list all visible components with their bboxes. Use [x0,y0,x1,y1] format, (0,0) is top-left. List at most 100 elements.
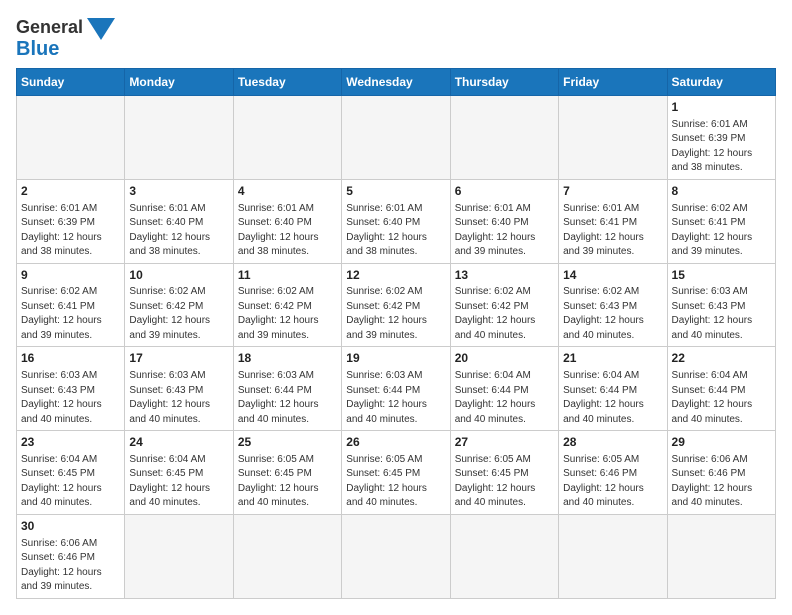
day-info: Sunrise: 6:02 AM Sunset: 6:42 PM Dayligh… [346,285,445,343]
week-row-1: 2 Sunrise: 6:01 AM Sunset: 6:39 PM Daylig… [17,179,776,263]
day-info: Sunrise: 6:04 AM Sunset: 6:44 PM Dayligh… [672,369,771,427]
day-info: Sunrise: 6:04 AM Sunset: 6:45 PM Dayligh… [21,453,120,511]
calendar-cell [450,514,558,598]
day-info: Sunrise: 6:01 AM Sunset: 6:39 PM Dayligh… [21,202,120,260]
day-number: 12 [346,267,445,284]
day-number: 16 [21,350,120,367]
day-info: Sunrise: 6:01 AM Sunset: 6:40 PM Dayligh… [455,202,554,260]
day-number: 3 [129,183,228,200]
day-number: 11 [238,267,337,284]
day-number: 5 [346,183,445,200]
day-number: 19 [346,350,445,367]
calendar-cell [342,96,450,180]
page-header: General Blue [16,16,776,60]
day-info: Sunrise: 6:01 AM Sunset: 6:40 PM Dayligh… [346,202,445,260]
weekday-header-wednesday: Wednesday [342,69,450,96]
day-info: Sunrise: 6:03 AM Sunset: 6:43 PM Dayligh… [21,369,120,427]
calendar-cell: 26Sunrise: 6:05 AM Sunset: 6:45 PM Dayli… [342,431,450,515]
calendar-cell: 20Sunrise: 6:04 AM Sunset: 6:44 PM Dayli… [450,347,558,431]
weekday-header-sunday: Sunday [17,69,125,96]
calendar-cell: 4 Sunrise: 6:01 AM Sunset: 6:40 PM Daylig… [233,179,341,263]
calendar-cell [559,514,667,598]
calendar-cell: 10Sunrise: 6:02 AM Sunset: 6:42 PM Dayli… [125,263,233,347]
calendar-cell [667,514,775,598]
day-number: 15 [672,267,771,284]
logo-blue-text: Blue [16,38,59,60]
weekday-header-saturday: Saturday [667,69,775,96]
day-number: 24 [129,434,228,451]
calendar-cell: 23 Sunrise: 6:04 AM Sunset: 6:45 PM Dayli… [17,431,125,515]
day-number: 14 [563,267,662,284]
calendar-cell: 25Sunrise: 6:05 AM Sunset: 6:45 PM Dayli… [233,431,341,515]
day-number: 17 [129,350,228,367]
calendar-cell: 13Sunrise: 6:02 AM Sunset: 6:42 PM Dayli… [450,263,558,347]
calendar-cell: 9Sunrise: 6:02 AM Sunset: 6:41 PM Daylig… [17,263,125,347]
day-number: 21 [563,350,662,367]
calendar-cell: 5 Sunrise: 6:01 AM Sunset: 6:40 PM Daylig… [342,179,450,263]
day-info: Sunrise: 6:05 AM Sunset: 6:45 PM Dayligh… [238,453,337,511]
day-number: 28 [563,434,662,451]
day-number: 4 [238,183,337,200]
weekday-header-row: SundayMondayTuesdayWednesdayThursdayFrid… [17,69,776,96]
week-row-5: 30 Sunrise: 6:06 AM Sunset: 6:46 PM Dayli… [17,514,776,598]
logo-text: General [16,18,83,38]
calendar-cell: 11Sunrise: 6:02 AM Sunset: 6:42 PM Dayli… [233,263,341,347]
day-info: Sunrise: 6:04 AM Sunset: 6:45 PM Dayligh… [129,453,228,511]
day-info: Sunrise: 6:02 AM Sunset: 6:42 PM Dayligh… [238,285,337,343]
day-info: Sunrise: 6:01 AM Sunset: 6:40 PM Dayligh… [238,202,337,260]
logo: General Blue [16,16,115,60]
day-number: 23 [21,434,120,451]
calendar-cell: 15Sunrise: 6:03 AM Sunset: 6:43 PM Dayli… [667,263,775,347]
calendar-cell: 3Sunrise: 6:01 AM Sunset: 6:40 PM Daylig… [125,179,233,263]
day-info: Sunrise: 6:03 AM Sunset: 6:43 PM Dayligh… [672,285,771,343]
day-number: 2 [21,183,120,200]
calendar-cell: 27 Sunrise: 6:05 AM Sunset: 6:45 PM Dayli… [450,431,558,515]
week-row-2: 9Sunrise: 6:02 AM Sunset: 6:41 PM Daylig… [17,263,776,347]
calendar-cell [125,96,233,180]
calendar-cell [342,514,450,598]
day-number: 6 [455,183,554,200]
day-info: Sunrise: 6:01 AM Sunset: 6:41 PM Dayligh… [563,202,662,260]
day-info: Sunrise: 6:04 AM Sunset: 6:44 PM Dayligh… [455,369,554,427]
day-number: 13 [455,267,554,284]
calendar-cell: 6 Sunrise: 6:01 AM Sunset: 6:40 PM Daylig… [450,179,558,263]
day-number: 10 [129,267,228,284]
weekday-header-tuesday: Tuesday [233,69,341,96]
day-info: Sunrise: 6:05 AM Sunset: 6:45 PM Dayligh… [455,453,554,511]
day-number: 29 [672,434,771,451]
calendar-cell [233,96,341,180]
day-info: Sunrise: 6:01 AM Sunset: 6:39 PM Dayligh… [672,118,771,176]
day-info: Sunrise: 6:06 AM Sunset: 6:46 PM Dayligh… [672,453,771,511]
weekday-header-friday: Friday [559,69,667,96]
day-info: Sunrise: 6:03 AM Sunset: 6:44 PM Dayligh… [346,369,445,427]
week-row-0: 1Sunrise: 6:01 AM Sunset: 6:39 PM Daylig… [17,96,776,180]
day-info: Sunrise: 6:02 AM Sunset: 6:43 PM Dayligh… [563,285,662,343]
day-info: Sunrise: 6:02 AM Sunset: 6:42 PM Dayligh… [129,285,228,343]
calendar-cell: 22 Sunrise: 6:04 AM Sunset: 6:44 PM Dayli… [667,347,775,431]
day-number: 18 [238,350,337,367]
calendar-cell [559,96,667,180]
day-info: Sunrise: 6:05 AM Sunset: 6:45 PM Dayligh… [346,453,445,511]
calendar-table: SundayMondayTuesdayWednesdayThursdayFrid… [16,68,776,599]
week-row-3: 16 Sunrise: 6:03 AM Sunset: 6:43 PM Dayli… [17,347,776,431]
day-info: Sunrise: 6:04 AM Sunset: 6:44 PM Dayligh… [563,369,662,427]
calendar-cell [125,514,233,598]
day-info: Sunrise: 6:06 AM Sunset: 6:46 PM Dayligh… [21,537,120,595]
day-number: 30 [21,518,120,535]
calendar-cell [233,514,341,598]
day-info: Sunrise: 6:03 AM Sunset: 6:43 PM Dayligh… [129,369,228,427]
calendar-cell: 30 Sunrise: 6:06 AM Sunset: 6:46 PM Dayli… [17,514,125,598]
calendar-cell: 8Sunrise: 6:02 AM Sunset: 6:41 PM Daylig… [667,179,775,263]
day-number: 9 [21,267,120,284]
day-number: 27 [455,434,554,451]
calendar-cell: 18Sunrise: 6:03 AM Sunset: 6:44 PM Dayli… [233,347,341,431]
calendar-cell: 19 Sunrise: 6:03 AM Sunset: 6:44 PM Dayli… [342,347,450,431]
calendar-cell: 24 Sunrise: 6:04 AM Sunset: 6:45 PM Dayli… [125,431,233,515]
calendar-cell: 1Sunrise: 6:01 AM Sunset: 6:39 PM Daylig… [667,96,775,180]
calendar-cell: 21 Sunrise: 6:04 AM Sunset: 6:44 PM Dayli… [559,347,667,431]
weekday-header-thursday: Thursday [450,69,558,96]
calendar-cell: 14Sunrise: 6:02 AM Sunset: 6:43 PM Dayli… [559,263,667,347]
day-number: 22 [672,350,771,367]
day-info: Sunrise: 6:02 AM Sunset: 6:41 PM Dayligh… [672,202,771,260]
day-info: Sunrise: 6:02 AM Sunset: 6:42 PM Dayligh… [455,285,554,343]
